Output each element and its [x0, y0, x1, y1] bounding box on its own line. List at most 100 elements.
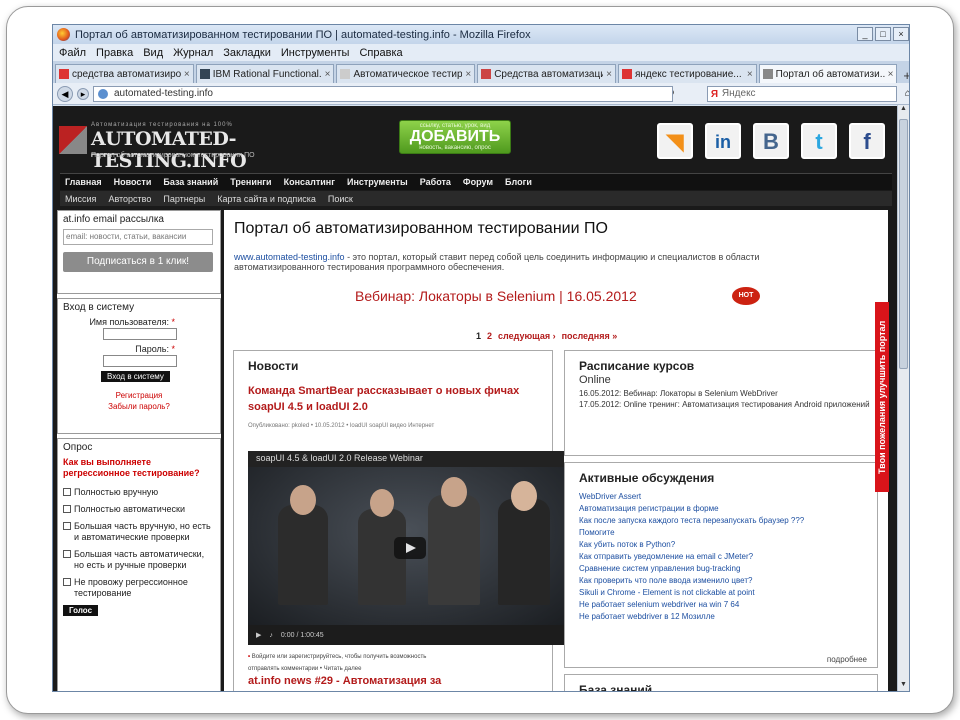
- play-icon[interactable]: [394, 537, 426, 559]
- browser-tab-active[interactable]: Портал об автоматизи... ×: [758, 64, 898, 83]
- poll-option[interactable]: Полностью вручную: [63, 487, 215, 498]
- volume-icon[interactable]: ♪: [269, 632, 273, 639]
- subnav-search[interactable]: Поиск: [328, 194, 353, 204]
- discussion-link[interactable]: Как проверить что поле ввода изменило цв…: [579, 575, 877, 587]
- discussion-link[interactable]: Помогите: [579, 527, 877, 539]
- menu-bookmarks[interactable]: Закладки: [223, 47, 271, 59]
- page-2[interactable]: 2: [487, 331, 492, 341]
- site-link[interactable]: www.automated-testing.info: [234, 252, 345, 262]
- nav-home[interactable]: Главная: [65, 177, 102, 187]
- discussion-link[interactable]: Не работает selenium webdriver на win 7 …: [579, 599, 877, 611]
- rss-icon[interactable]: ◥: [657, 123, 693, 159]
- checkbox[interactable]: [63, 578, 71, 586]
- poll-option[interactable]: Не провожу регрессионное тестирование: [63, 577, 215, 599]
- discussion-link[interactable]: Автоматизация регистрации в форме: [579, 503, 877, 515]
- twitter-icon[interactable]: t: [801, 123, 837, 159]
- poll-option[interactable]: Большая часть автоматически, но есть и р…: [63, 549, 215, 571]
- tab-close-icon[interactable]: ×: [747, 69, 753, 80]
- play-button-icon[interactable]: ▶: [256, 631, 261, 639]
- tab-close-icon[interactable]: ×: [465, 69, 471, 80]
- discussion-link[interactable]: Как убить поток в Python?: [579, 539, 877, 551]
- vkontakte-icon[interactable]: B: [753, 123, 789, 159]
- video-person: [278, 505, 328, 605]
- tab-close-icon[interactable]: ×: [325, 69, 331, 80]
- home-icon[interactable]: ⌂: [905, 88, 909, 99]
- news-item-title[interactable]: Команда SmartBear рассказывает о новых ф…: [248, 383, 552, 415]
- login-button[interactable]: Вход в систему: [101, 371, 170, 382]
- nav-trainings[interactable]: Тренинги: [230, 177, 271, 187]
- checkbox[interactable]: [63, 522, 71, 530]
- subnav-mission[interactable]: Миссия: [65, 194, 96, 204]
- menu-history[interactable]: Журнал: [173, 47, 213, 59]
- menu-help[interactable]: Справка: [359, 47, 402, 59]
- discussion-link[interactable]: Как после запуска каждого теста перезапу…: [579, 515, 877, 527]
- menu-edit[interactable]: Правка: [96, 47, 133, 59]
- scrollbar-thumb[interactable]: [899, 119, 908, 369]
- checkbox[interactable]: [63, 505, 71, 513]
- subnav-authorship[interactable]: Авторство: [108, 194, 151, 204]
- discussion-link[interactable]: WebDriver Assert: [579, 491, 877, 503]
- browser-tab[interactable]: яндекс тестирование... ×: [617, 64, 757, 83]
- username-input[interactable]: [103, 328, 177, 340]
- scroll-up-icon[interactable]: ▲: [898, 105, 909, 117]
- subnav-sitemap[interactable]: Карта сайта и подписка: [217, 194, 316, 204]
- tab-close-icon[interactable]: ×: [184, 69, 190, 80]
- checkbox[interactable]: [63, 488, 71, 496]
- page-1[interactable]: 1: [476, 331, 481, 341]
- discussion-link[interactable]: Не работает webdriver в 12 Мозилле: [579, 611, 877, 623]
- subnav-partners[interactable]: Партнеры: [163, 194, 205, 204]
- register-link[interactable]: Регистрация: [63, 390, 215, 401]
- feedback-tab[interactable]: Твои пожелания улучшить портал: [875, 302, 889, 492]
- next-page-link[interactable]: следующая ›: [498, 331, 556, 341]
- webinar-announcement[interactable]: Вебинар: Локаторы в Selenium | 16.05.201…: [355, 288, 637, 304]
- nav-jobs[interactable]: Работа: [420, 177, 451, 187]
- forgot-password-link[interactable]: Забыли пароль?: [63, 401, 215, 412]
- maximize-button[interactable]: □: [875, 27, 891, 41]
- read-more-text[interactable]: отправлять комментарии • Читать далее: [248, 663, 426, 675]
- browser-tab[interactable]: IBM Rational Functional... ×: [195, 64, 335, 83]
- linkedin-icon[interactable]: in: [705, 123, 741, 159]
- nav-tools[interactable]: Инструменты: [347, 177, 408, 187]
- page-scrollbar[interactable]: ▲ ▼: [897, 105, 909, 691]
- close-button[interactable]: ×: [893, 27, 909, 41]
- nav-forum[interactable]: Форум: [463, 177, 493, 187]
- subscribe-button[interactable]: Подписаться в 1 клик!: [63, 252, 213, 272]
- forward-button[interactable]: ▸: [77, 87, 89, 100]
- news-item-title[interactable]: at.info news #29 - Автоматизация за: [248, 675, 441, 687]
- video-player[interactable]: soapUI 4.5 & loadUI 2.0 Release Webinar: [248, 451, 564, 645]
- add-content-button[interactable]: ссылку, статью, урок, вид ДОБАВИТЬ новос…: [399, 120, 511, 154]
- browser-tab[interactable]: Автоматическое тестирование...×: [336, 64, 476, 83]
- checkbox[interactable]: [63, 550, 71, 558]
- last-page-link[interactable]: последняя »: [562, 331, 618, 341]
- site-logo[interactable]: Автоматизация тестирования на 100% AUTOM…: [59, 122, 279, 172]
- vote-button[interactable]: Голос: [63, 605, 99, 616]
- menu-view[interactable]: Вид: [143, 47, 163, 59]
- address-bar[interactable]: automated-testing.info: [93, 85, 673, 102]
- nav-news[interactable]: Новости: [114, 177, 152, 187]
- schedule-entry[interactable]: 16.05.2012: Вебинар: Локаторы в Selenium…: [579, 389, 877, 399]
- new-tab-button[interactable]: +: [903, 68, 909, 83]
- browser-tab[interactable]: Средства автоматизации...×: [477, 64, 616, 83]
- discussions-more-link[interactable]: подробнее: [827, 655, 867, 664]
- search-input[interactable]: Я Яндекс: [706, 85, 897, 102]
- nav-blogs[interactable]: Блоги: [505, 177, 532, 187]
- password-input[interactable]: [103, 355, 177, 367]
- discussion-link[interactable]: Как отправить уведомление на email с JMe…: [579, 551, 877, 563]
- nav-consulting[interactable]: Консалтинг: [284, 177, 335, 187]
- poll-option[interactable]: Большая часть вручную, но есть и автомат…: [63, 521, 215, 543]
- schedule-entry[interactable]: 17.05.2012: Online тренинг: Автоматизаци…: [579, 400, 877, 410]
- discussion-link[interactable]: Sikuli и Chrome - Element is not clickab…: [579, 587, 877, 599]
- menu-tools[interactable]: Инструменты: [281, 47, 350, 59]
- subscription-email-input[interactable]: email: новости, статьи, вакансии: [63, 229, 213, 245]
- minimize-button[interactable]: _: [857, 27, 873, 41]
- menu-file[interactable]: Файл: [59, 47, 86, 59]
- back-button[interactable]: ◀: [57, 85, 73, 102]
- tab-close-icon[interactable]: ×: [606, 69, 612, 80]
- poll-option[interactable]: Полностью автоматически: [63, 504, 215, 515]
- discussion-link[interactable]: Сравнение систем управления bug-tracking: [579, 563, 877, 575]
- tab-close-icon[interactable]: ×: [888, 69, 894, 80]
- scroll-down-icon[interactable]: ▼: [898, 681, 909, 691]
- nav-knowledge-base[interactable]: База знаний: [163, 177, 218, 187]
- browser-tab[interactable]: средства автоматизирования...×: [55, 64, 194, 83]
- facebook-icon[interactable]: f: [849, 123, 885, 159]
